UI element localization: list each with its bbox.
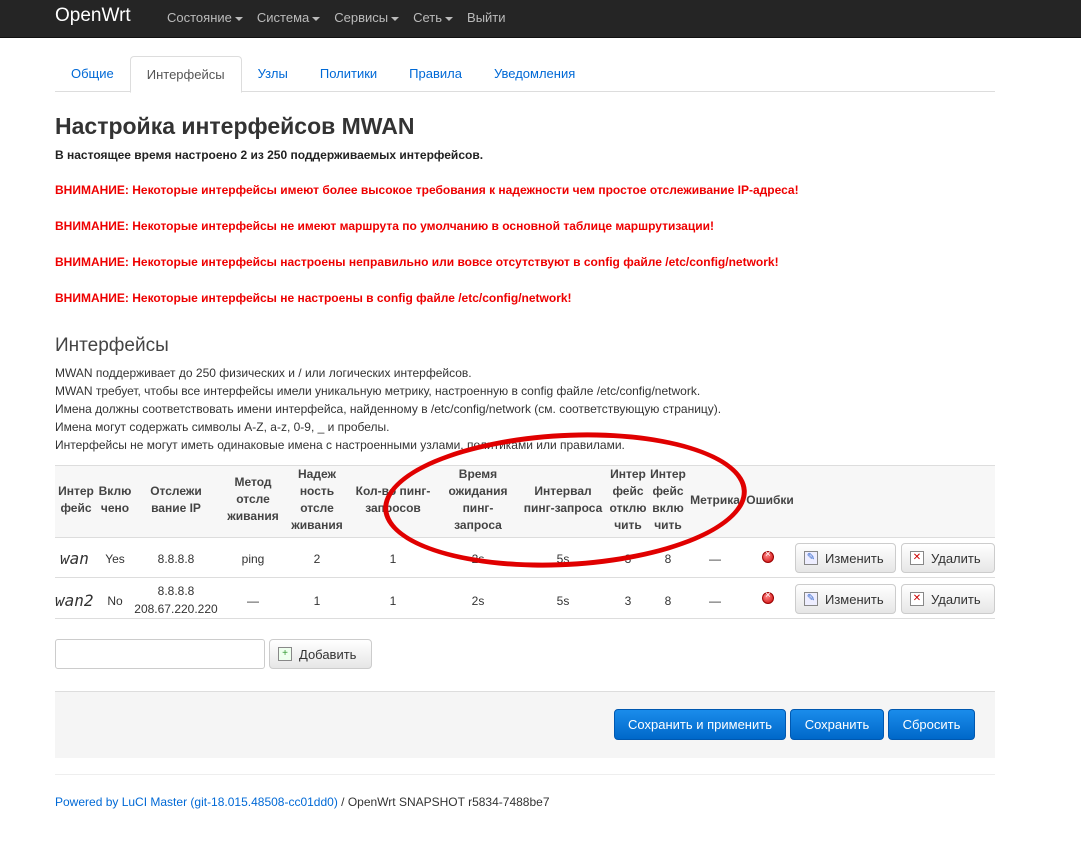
- track-method-value: ping: [241, 552, 265, 566]
- warning-message: ВНИМАНИЕ: Некоторые интерфейсы не настро…: [55, 291, 572, 305]
- tab-members[interactable]: Узлы: [242, 56, 304, 92]
- nav-menu: Состояние Система Сервисы Сеть Выйти: [160, 0, 513, 38]
- count-value: 1: [389, 594, 397, 608]
- edit-button[interactable]: ✎ Изменить: [795, 543, 896, 573]
- new-interface-input[interactable]: [55, 639, 265, 669]
- nav-network[interactable]: Сеть: [406, 0, 460, 38]
- reliability-value: 1: [313, 594, 321, 608]
- row-divider: [55, 577, 995, 578]
- section-description: MWAN поддерживает до 250 физических и / …: [55, 366, 472, 380]
- track-method-value: —: [247, 594, 259, 608]
- tab-policies[interactable]: Политики: [304, 56, 393, 92]
- brand-logo[interactable]: OpenWrt: [55, 5, 131, 27]
- tab-notifications[interactable]: Уведомления: [478, 56, 591, 92]
- page-title: Настройка интерфейсов MWAN: [55, 113, 415, 139]
- chevron-down-icon: [312, 16, 321, 21]
- metric-value: —: [709, 552, 721, 566]
- edit-button[interactable]: ✎ Изменить: [795, 584, 896, 614]
- header-interval: Интервал пинг-запроса: [523, 484, 603, 515]
- header-count: Кол-во пинг-запросов: [355, 484, 431, 515]
- chevron-down-icon: [391, 16, 400, 21]
- delete-button[interactable]: ✕ Удалить: [901, 543, 995, 573]
- interval-value: 5s: [556, 594, 570, 608]
- section-description: Имена могут содержать символы A-Z, a-z, …: [55, 420, 390, 434]
- header-errors: Ошибки: [746, 493, 794, 507]
- nav-status[interactable]: Состояние: [160, 0, 250, 38]
- header-up: Интер фейс вклю чить: [650, 467, 686, 532]
- nav-services[interactable]: Сервисы: [327, 0, 406, 38]
- down-value: 3: [624, 594, 632, 608]
- delete-button[interactable]: ✕ Удалить: [901, 584, 995, 614]
- error-icon: [762, 590, 774, 604]
- tab-rules[interactable]: Правила: [393, 56, 478, 92]
- edit-icon: ✎: [804, 551, 818, 565]
- delete-icon: ✕: [910, 592, 924, 606]
- reset-button[interactable]: Сбросить: [888, 709, 975, 740]
- enabled-value: Yes: [105, 552, 125, 566]
- header-track-ip: Отслежи вание IP: [150, 484, 202, 515]
- header-reliability: Надеж ность отсле живания: [291, 467, 343, 532]
- edit-icon: ✎: [804, 592, 818, 606]
- warning-message: ВНИМАНИЕ: Некоторые интерфейсы настроены…: [55, 255, 779, 269]
- footer-divider: [55, 774, 995, 775]
- add-button[interactable]: + Добавить: [269, 639, 372, 669]
- add-icon: +: [278, 647, 292, 661]
- header-timeout: Время ожидания пинг-запроса: [448, 467, 508, 532]
- row-divider: [55, 618, 995, 619]
- interval-value: 5s: [556, 552, 570, 566]
- timeout-value: 2s: [471, 594, 485, 608]
- warning-message: ВНИМАНИЕ: Некоторые интерфейсы не имеют …: [55, 219, 714, 233]
- timeout-value: 2s: [471, 552, 485, 566]
- reliability-value: 2: [313, 552, 321, 566]
- track-ip-value: 8.8.8.8: [157, 584, 195, 598]
- save-apply-button[interactable]: Сохранить и применить: [614, 709, 786, 740]
- interface-name: wan2: [55, 591, 94, 610]
- nav-system[interactable]: Система: [250, 0, 327, 38]
- header-track-method: Метод отсле живания: [227, 475, 279, 523]
- chevron-down-icon: [445, 16, 454, 21]
- tab-general[interactable]: Общие: [55, 56, 130, 92]
- header-enabled: Вклю чено: [98, 484, 132, 515]
- down-value: 3: [624, 552, 632, 566]
- page-subtitle: В настоящее время настроено 2 из 250 под…: [55, 148, 484, 162]
- metric-value: —: [709, 594, 721, 608]
- up-value: 8: [664, 552, 672, 566]
- save-button[interactable]: Сохранить: [790, 709, 884, 740]
- header-interface: Интер фейс: [58, 484, 94, 515]
- section-description: Имена должны соответствовать имени интер…: [55, 402, 722, 416]
- chevron-down-icon: [234, 16, 243, 21]
- luci-link[interactable]: Powered by LuCI Master (git-18.015.48508…: [55, 795, 338, 809]
- section-description: MWAN требует, чтобы все интерфейсы имели…: [55, 384, 701, 398]
- tab-bar: Общие Интерфейсы Узлы Политики Правила У…: [55, 56, 995, 93]
- track-ip-value: 208.67.220.220: [134, 602, 218, 616]
- footer: Powered by LuCI Master (git-18.015.48508…: [55, 795, 550, 809]
- error-icon: [762, 549, 774, 563]
- count-value: 1: [389, 552, 397, 566]
- navbar: OpenWrt Состояние Система Сервисы Сеть В…: [0, 0, 1081, 38]
- delete-icon: ✕: [910, 551, 924, 565]
- nav-logout[interactable]: Выйти: [460, 0, 513, 38]
- warning-message: ВНИМАНИЕ: Некоторые интерфейсы имеют бол…: [55, 183, 799, 197]
- up-value: 8: [664, 594, 672, 608]
- interface-name: wan: [60, 549, 89, 568]
- tab-interfaces[interactable]: Интерфейсы: [129, 56, 242, 93]
- track-ip-value: 8.8.8.8: [157, 552, 195, 566]
- section-description: Интерфейсы не могут иметь одинаковые име…: [55, 438, 625, 452]
- footer-version: / OpenWrt SNAPSHOT r5834-7488be7: [337, 795, 550, 809]
- section-title: Интерфейсы: [55, 335, 169, 356]
- header-metric: Метрика: [690, 493, 740, 507]
- header-down: Интер фейс отклю чить: [609, 467, 647, 532]
